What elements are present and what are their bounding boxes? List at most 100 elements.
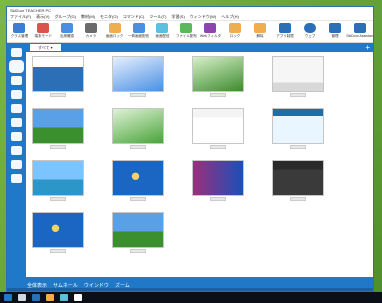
web-filter-label: Webフィルタ: [199, 34, 221, 38]
broadcast-label: 一斉画面配信: [128, 34, 150, 38]
edge-icon[interactable]: [32, 294, 40, 301]
broadcast-button[interactable]: 一斉画面配信: [128, 23, 149, 39]
terminal-icon: [37, 23, 50, 33]
start-icon[interactable]: [4, 294, 12, 301]
app-restrict-label: アプリ制限: [276, 34, 294, 38]
manage-button[interactable]: 管理: [324, 23, 346, 39]
app-window: SkiDoor TEACHER PC ファイル(F) 表示(V) グループ(G)…: [6, 6, 374, 292]
manage-icon: [329, 23, 341, 33]
unlock-button[interactable]: 解除: [249, 23, 271, 39]
globe-icon[interactable]: [11, 104, 22, 113]
web-label: ウェブ: [304, 34, 316, 38]
screen-preview: [192, 108, 244, 144]
screen-preview: [32, 56, 84, 92]
student-name-badge: [210, 197, 226, 201]
attendance-button[interactable]: 出席確認: [57, 23, 78, 39]
student-screen[interactable]: [272, 160, 324, 202]
screen-share-icon: [156, 23, 169, 33]
class-icon: [13, 23, 26, 33]
student-name-badge: [210, 145, 226, 149]
camera-button[interactable]: カメラ: [80, 23, 101, 39]
assistant-label: SkiDoor Assistant: [346, 34, 374, 38]
screen-preview: [32, 160, 84, 196]
student-name-badge: [290, 145, 306, 149]
student-screen[interactable]: [32, 108, 84, 150]
student-screen[interactable]: [32, 56, 84, 98]
student-screen[interactable]: [32, 212, 84, 254]
windows-taskbar: [0, 292, 382, 303]
menu-item-window[interactable]: ウィンドウ(W): [190, 14, 216, 20]
screen-preview: [32, 212, 84, 248]
book-icon[interactable]: [11, 132, 22, 141]
window-bottom-border: [7, 288, 373, 291]
student-name-badge: [210, 93, 226, 97]
menu-item-group[interactable]: グループ(G): [54, 14, 76, 20]
print-icon[interactable]: [11, 146, 22, 155]
student-screen[interactable]: [272, 56, 324, 98]
student-screen[interactable]: [112, 108, 164, 150]
screen-preview: [272, 108, 324, 144]
unlock-label: 解除: [256, 34, 264, 38]
terminal-mode-button[interactable]: 端末モード: [33, 23, 54, 39]
assistant-button[interactable]: SkiDoor Assistant: [346, 23, 374, 39]
student-name-badge: [130, 145, 146, 149]
menu-item-tool[interactable]: ツール(T): [149, 14, 166, 20]
menu-item-monitor[interactable]: モニタ(O): [100, 14, 118, 20]
screen-share-button[interactable]: 画面配信: [152, 23, 173, 39]
screen-preview: [192, 56, 244, 92]
filter-icon: [204, 23, 217, 33]
lock-icon: [108, 23, 121, 33]
screen-lock-button[interactable]: 画面ロック: [104, 23, 125, 39]
manage-label: 管理: [331, 34, 339, 38]
gear-icon[interactable]: [11, 160, 22, 169]
student-name-badge: [50, 197, 66, 201]
screen-lock-label: 画面ロック: [105, 34, 124, 38]
web-filter-button[interactable]: Webフィルタ: [200, 23, 221, 39]
menu-item-study[interactable]: 学習(S): [171, 14, 184, 20]
app-restrict-button[interactable]: アプリ制限: [274, 23, 296, 39]
screen-preview: [192, 160, 244, 196]
menu-item-file[interactable]: ファイル(F): [10, 14, 31, 20]
menu-item-view[interactable]: 表示(V): [36, 14, 49, 20]
lock-button[interactable]: ロック: [224, 23, 246, 39]
screen-preview: [32, 108, 84, 144]
screen-preview: [112, 160, 164, 196]
add-tab-icon[interactable]: +: [365, 43, 370, 52]
window-titlebar: SkiDoor TEACHER PC: [7, 7, 373, 14]
headset-icon[interactable]: [11, 90, 22, 99]
menu-item-help[interactable]: ヘルプ(H): [221, 14, 239, 20]
lock-label: ロック: [229, 34, 241, 38]
student-screen[interactable]: [192, 160, 244, 202]
student-name-badge: [130, 197, 146, 201]
store-icon[interactable]: [60, 294, 68, 301]
screen-preview: [112, 212, 164, 248]
user-icon[interactable]: [11, 76, 22, 85]
student-screen[interactable]: [32, 160, 84, 202]
student-screen[interactable]: [192, 56, 244, 98]
student-screen[interactable]: [112, 160, 164, 202]
student-screen[interactable]: [112, 212, 164, 254]
home-icon[interactable]: [11, 48, 22, 57]
monitor-view-icon[interactable]: [11, 62, 22, 71]
app-icon[interactable]: [74, 294, 82, 301]
student-screen[interactable]: [112, 56, 164, 98]
menu-bar: ファイル(F) 表示(V) グループ(G) 教材(M) モニタ(O) コマンド(…: [7, 14, 373, 21]
assistant-icon: [354, 23, 366, 33]
student-name-badge: [290, 93, 306, 97]
list-icon[interactable]: [11, 118, 22, 127]
web-button[interactable]: ウェブ: [299, 23, 321, 39]
student-name-badge: [130, 249, 146, 253]
file-distribute-button[interactable]: ファイル配布: [176, 23, 197, 39]
student-screen[interactable]: [192, 108, 244, 150]
chart-icon[interactable]: [11, 174, 22, 183]
search-icon[interactable]: [18, 294, 26, 301]
screen-share-label: 画面配信: [155, 34, 170, 38]
student-screen[interactable]: [272, 108, 324, 150]
student-name-badge: [130, 93, 146, 97]
screen-preview: [112, 108, 164, 144]
menu-item-command[interactable]: コマンド(C): [123, 14, 145, 20]
tab-all[interactable]: すべて ▾: [30, 44, 61, 51]
menu-item-material[interactable]: 教材(M): [81, 14, 95, 20]
class-management-button[interactable]: クラス管理: [9, 23, 30, 39]
folder-icon[interactable]: [46, 294, 54, 301]
